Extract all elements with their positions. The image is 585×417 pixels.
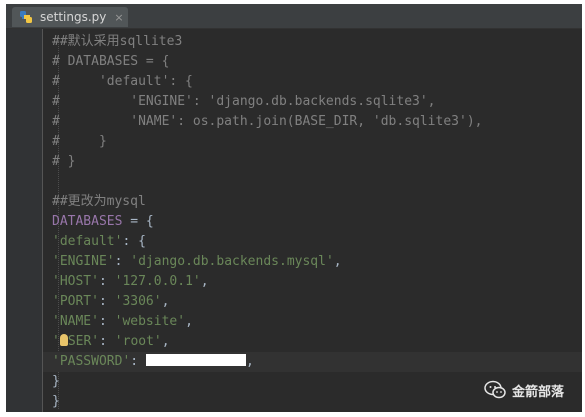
tab-label: settings.py — [40, 10, 107, 24]
key-engine: 'ENGINE' — [52, 254, 115, 269]
tab-settings-py[interactable]: settings.py × — [12, 7, 128, 27]
code-line-17: 'PASSWORD': , — [43, 352, 582, 372]
comma: , — [200, 274, 209, 289]
value-engine: 'django.db.backends.mysql' — [130, 254, 334, 269]
code-line-10: DATABASES = { — [52, 212, 154, 232]
line-gutter — [6, 29, 43, 412]
value-user: 'root' — [114, 334, 162, 349]
key-default: 'default' — [52, 234, 123, 249]
code-line-6: # } — [52, 134, 107, 149]
key-user-quote: ' — [52, 334, 60, 349]
key-port: 'PORT' — [52, 294, 99, 309]
comma: , — [333, 254, 342, 269]
separator: : — [98, 294, 115, 309]
tab-close-icon[interactable]: × — [114, 11, 123, 24]
lightbulb-icon[interactable] — [59, 334, 68, 346]
code-line-14: 'PORT': '3306', — [52, 292, 169, 312]
comma: , — [161, 294, 170, 309]
code-line-18: } — [52, 374, 60, 389]
code-line-9: ##更改为mysql — [52, 194, 146, 209]
watermark-text: 金箭部落 — [511, 384, 564, 400]
separator: : — [130, 354, 146, 369]
code-line-19: } — [52, 394, 60, 409]
code-editor[interactable]: ##默认采用sqllite3 # DATABASES = { # 'defaul… — [43, 29, 582, 412]
code-line-7: # } — [52, 154, 76, 169]
code-line-3: # 'default': { — [52, 74, 193, 89]
value-port: '3306' — [114, 294, 162, 309]
wechat-icon — [484, 380, 506, 399]
redacted-password — [145, 354, 246, 366]
code-line-2: # DATABASES = { — [52, 54, 170, 69]
key-host: 'HOST' — [52, 274, 99, 289]
watermark: 金箭部落 — [479, 378, 568, 402]
assign-operator: = { — [122, 214, 154, 229]
ide-window: settings.py × ##默认采用sqllite3 # DATABASES… — [6, 4, 582, 412]
separator: : — [114, 254, 131, 269]
python-file-icon — [20, 11, 32, 23]
separator: : — [99, 334, 115, 349]
key-name: 'NAME' — [52, 314, 99, 329]
databases-variable: DATABASES — [52, 214, 123, 229]
value-name: 'website' — [114, 314, 186, 329]
separator: : — [98, 314, 115, 329]
comma: , — [161, 334, 170, 349]
key-user: SER' — [67, 334, 100, 349]
comma: , — [245, 354, 254, 369]
separator: : — [98, 274, 115, 289]
code-line-12: 'ENGINE': 'django.db.backends.mysql', — [52, 252, 342, 272]
code-line-11: 'default': { — [52, 232, 146, 252]
comma: , — [185, 314, 193, 329]
code-line-13: 'HOST': '127.0.0.1', — [52, 272, 209, 292]
colon-brace: : { — [122, 234, 146, 249]
code-line-15: 'NAME': 'website', — [52, 312, 193, 332]
key-password: 'PASSWORD' — [52, 354, 131, 369]
code-line-16: ' SER': 'root', — [52, 332, 170, 352]
code-line-5: # 'NAME': os.path.join(BASE_DIR, 'db.sql… — [52, 114, 483, 129]
tab-bar: settings.py × — [6, 4, 582, 29]
code-line-1: ##默认采用sqllite3 — [52, 34, 183, 49]
value-host: '127.0.0.1' — [114, 274, 201, 289]
code-line-4: # 'ENGINE': 'django.db.backends.sqlite3'… — [52, 94, 436, 109]
